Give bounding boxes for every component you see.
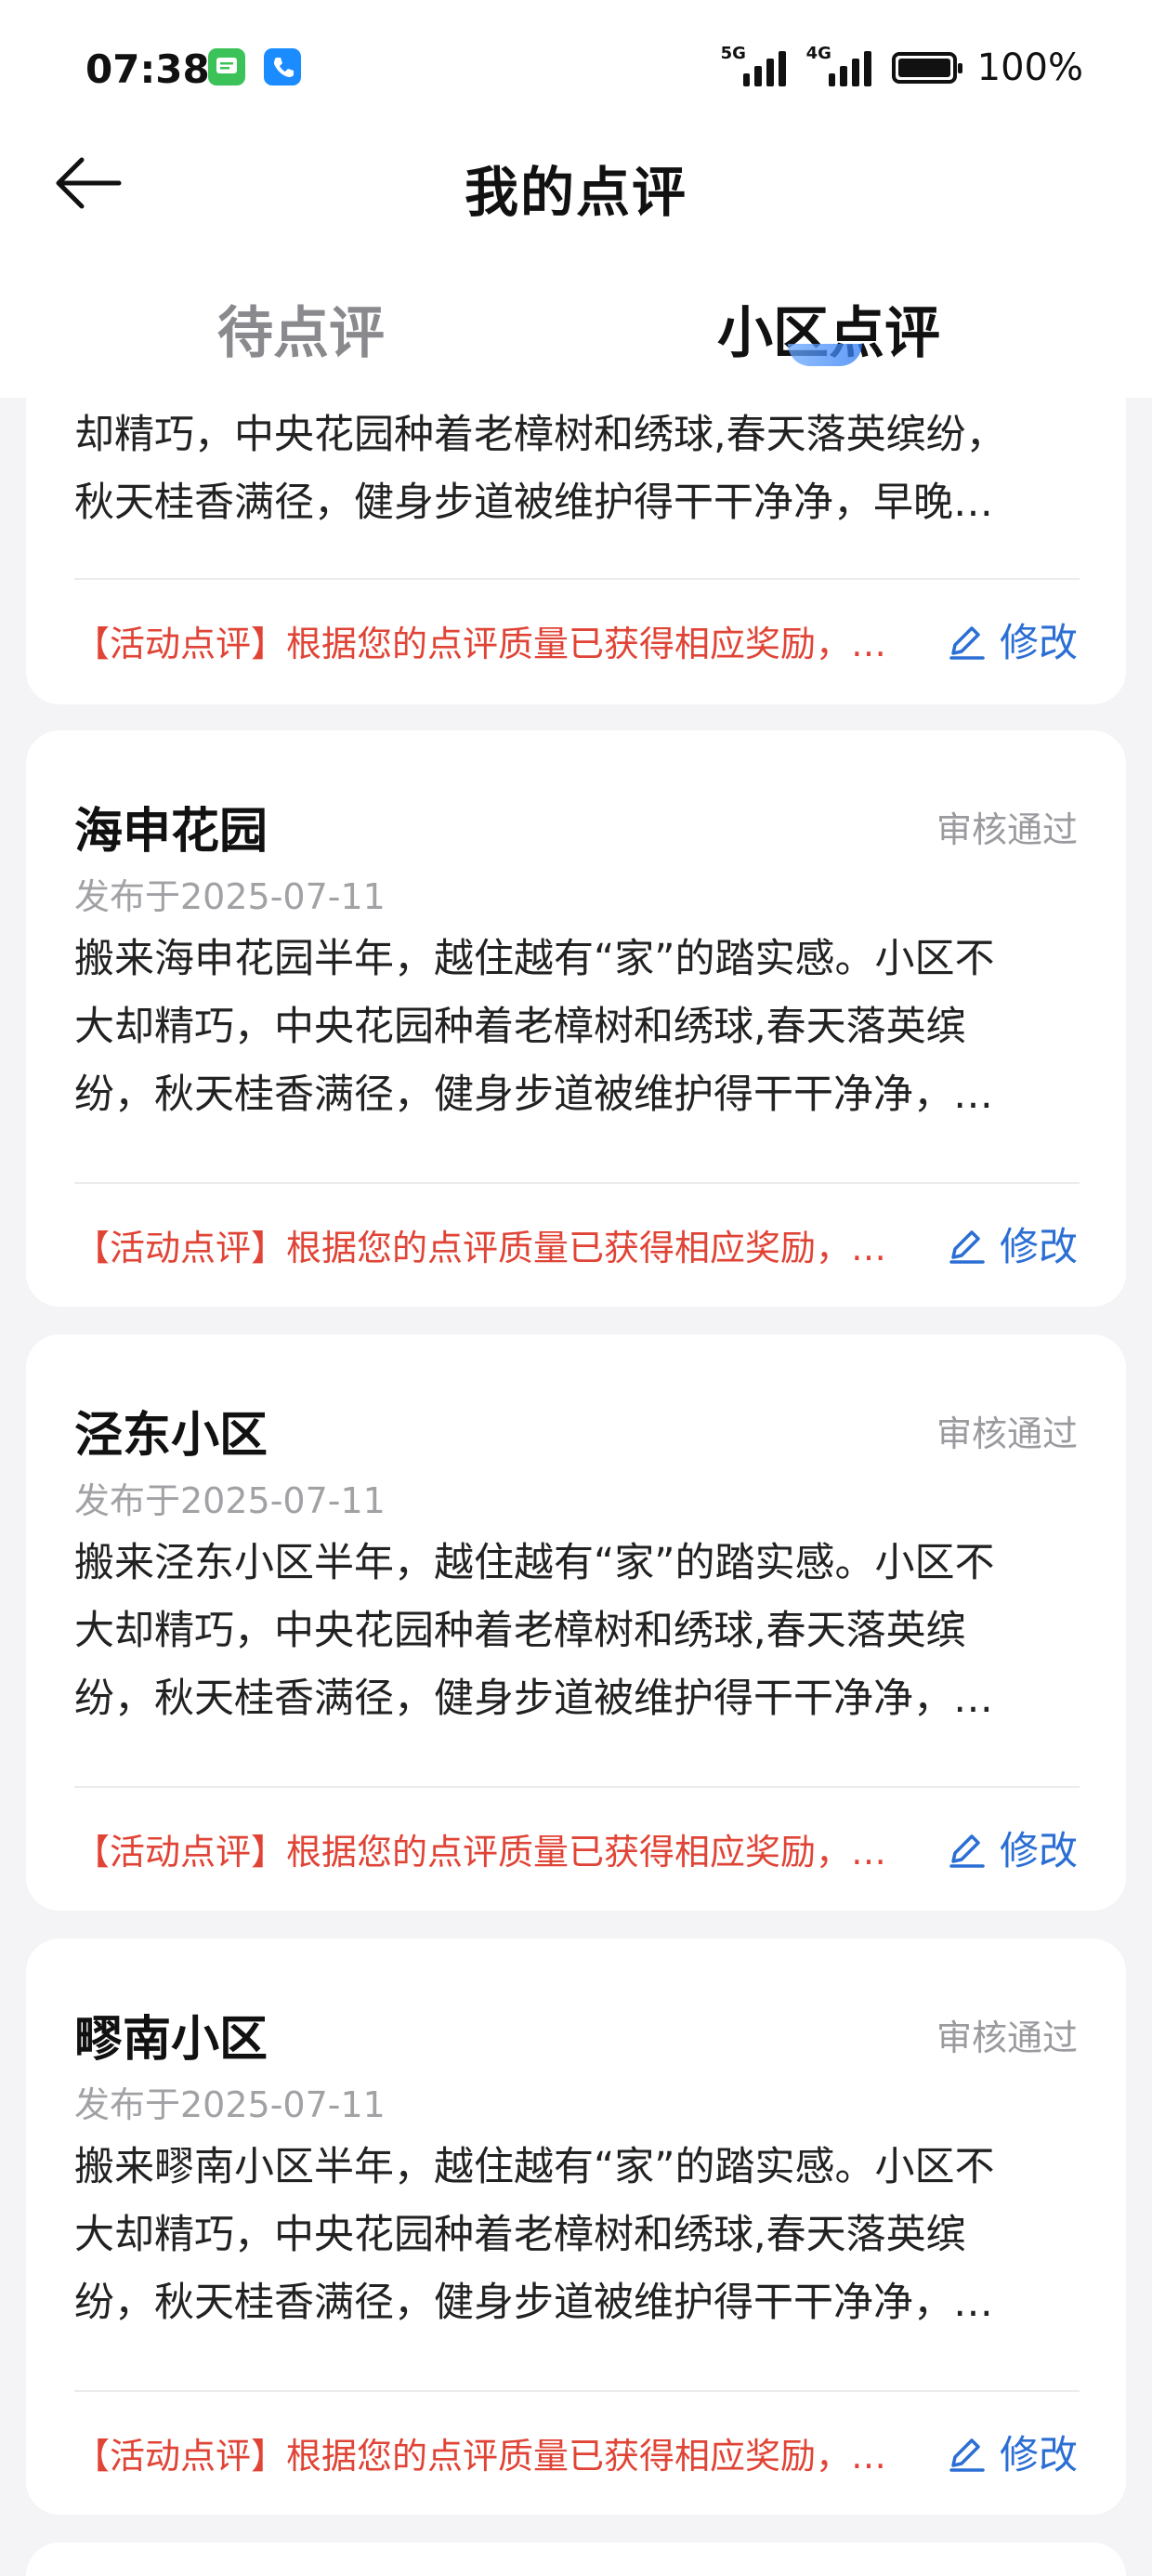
edit-button[interactable]: 修改 [946,611,1078,668]
edit-button[interactable]: 修改 [946,2424,1078,2480]
messages-icon [208,48,245,85]
active-tab-indicator [788,344,862,366]
divider [74,2390,1080,2392]
signal-4g-icon: 4G [806,44,871,86]
battery-icon [891,52,962,84]
reward-notice: 【活动点评】根据您的点评质量已获得相应奖励，… [74,1832,887,1873]
edit-pencil-icon [949,1833,985,1868]
edit-pencil-icon [949,625,985,660]
review-body: 搬来疁南小区半年，越住越有“家”的踏实感。小区不 大却精巧，中央花园种着老樟树和… [74,2144,995,2326]
status-bar: 07:38 5G 4G 100% [0,0,1152,139]
community-name: 疁南小区 [74,2012,268,2068]
review-card[interactable]: 却精巧，中央花园种着老樟树和绣球,春天落英缤纷， 秋天桂香满径，健身步道被维护得… [26,372,1126,704]
review-body: 搬来泾东小区半年，越住越有“家”的踏实感。小区不 大却精巧，中央花园种着老樟树和… [74,1540,995,1722]
divider [74,1786,1080,1788]
review-body: 却精巧，中央花园种着老樟树和绣球,春天落英缤纷， 秋天桂香满径，健身步道被维护得… [74,412,1006,526]
community-name: 泾东小区 [74,1408,268,1464]
review-body: 搬来海申花园半年，越住越有“家”的踏实感。小区不 大却精巧，中央花园种着老樟树和… [74,936,995,1118]
review-card[interactable]: 疁南小区 审核通过 发布于2025-07-11 搬来疁南小区半年，越住越有“家”… [26,1939,1126,2515]
reward-notice: 【活动点评】根据您的点评质量已获得相应奖励，… [74,1228,887,1268]
edit-pencil-icon [949,1229,985,1264]
publish-date: 发布于2025-07-11 [74,1480,386,1521]
reward-notice: 【活动点评】根据您的点评质量已获得相应奖励，… [74,624,887,664]
tab-pending-reviews[interactable]: 待点评 [217,288,385,369]
review-card[interactable]: 海申花园 审核通过 发布于2025-07-11 搬来海申花园半年，越住越有“家”… [26,730,1126,1307]
page-title: 我的点评 [464,161,687,224]
battery-percent: 100% [976,46,1083,89]
divider [74,1182,1080,1184]
review-card[interactable] [26,2543,1126,2576]
edit-button[interactable]: 修改 [946,1216,1078,1272]
edit-button[interactable]: 修改 [946,1820,1078,1876]
status-time: 07:38 [85,46,210,92]
reward-notice: 【活动点评】根据您的点评质量已获得相应奖励，… [74,2436,887,2477]
signal-5g-icon: 5G [721,44,786,86]
review-status: 审核通过 [936,2017,1078,2058]
community-name: 海申花园 [74,804,268,860]
phone-icon [264,48,301,85]
publish-date: 发布于2025-07-11 [74,2084,386,2125]
publish-date: 发布于2025-07-11 [74,876,386,917]
review-status: 审核通过 [936,809,1078,850]
divider [74,578,1080,580]
review-card[interactable]: 泾东小区 审核通过 发布于2025-07-11 搬来泾东小区半年，越住越有“家”… [26,1334,1126,1911]
review-status: 审核通过 [936,1413,1078,1454]
edit-pencil-icon [949,2438,985,2472]
